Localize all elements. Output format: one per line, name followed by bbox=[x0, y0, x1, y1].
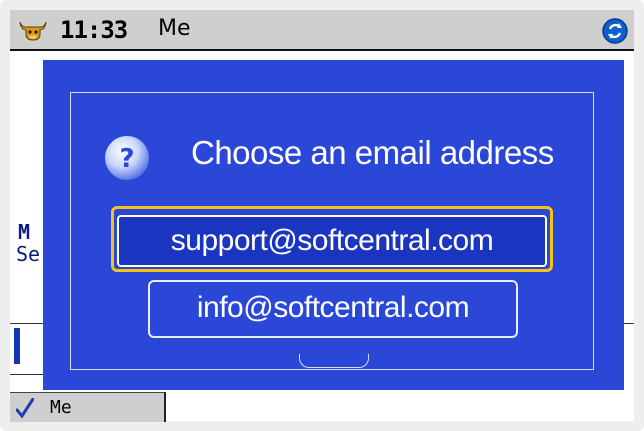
profile-name: Me bbox=[158, 16, 191, 41]
check-icon bbox=[16, 398, 34, 418]
background-divider-right bbox=[624, 323, 634, 324]
dialog-bottom-tab bbox=[299, 354, 369, 368]
clock-time: 11:33 bbox=[60, 16, 128, 44]
bull-icon bbox=[19, 21, 47, 41]
email-option-label: support@softcentral.com bbox=[117, 215, 547, 267]
sync-icon[interactable] bbox=[602, 18, 628, 44]
question-icon: ? bbox=[105, 136, 149, 180]
svg-text:?: ? bbox=[119, 144, 134, 174]
email-option-support[interactable]: support@softcentral.com bbox=[111, 206, 553, 272]
email-option-info[interactable]: info@softcentral.com bbox=[148, 280, 518, 338]
dialog-title: Choose an email address bbox=[191, 134, 554, 171]
background-cursor bbox=[14, 328, 20, 364]
email-chooser-dialog: ? Choose an email address support@softce… bbox=[43, 60, 624, 390]
bottom-tab-label: Me bbox=[50, 397, 72, 418]
status-bar: 11:33 Me bbox=[10, 10, 634, 51]
background-text-se: Se bbox=[16, 242, 41, 266]
bottom-profile-tab[interactable]: Me bbox=[10, 392, 166, 422]
background-text-m: M bbox=[18, 220, 31, 244]
